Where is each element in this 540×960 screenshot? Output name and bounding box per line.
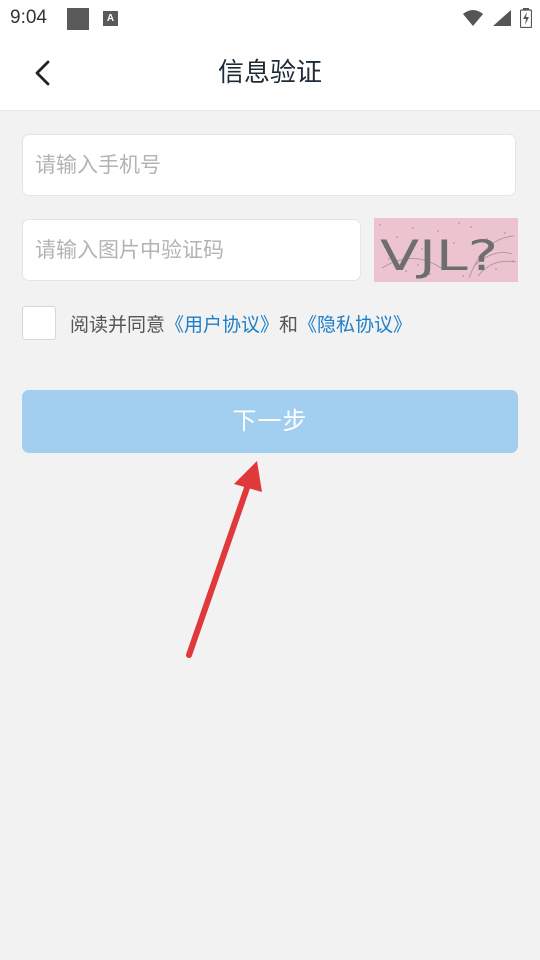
agreement-row: 阅读并同意《用户协议》和《隐私协议》 bbox=[22, 305, 412, 341]
privacy-agreement-link[interactable]: 《隐私协议》 bbox=[298, 314, 412, 336]
notification-square-icon bbox=[67, 8, 89, 30]
captcha-image[interactable]: VJL? bbox=[374, 218, 518, 282]
captcha-input-container bbox=[22, 219, 361, 281]
agreement-connector: 和 bbox=[279, 313, 299, 336]
page-title: 信息验证 bbox=[217, 58, 322, 88]
agreement-prefix: 阅读并同意 bbox=[70, 313, 166, 336]
notification-a-icon: A bbox=[103, 11, 118, 26]
captcha-graphic: VJL? bbox=[374, 218, 518, 282]
agreement-text: 阅读并同意《用户协议》和《隐私协议》 bbox=[70, 310, 412, 337]
captcha-text: VJL? bbox=[380, 231, 498, 280]
status-bar: 9:04 A bbox=[0, 0, 540, 36]
status-time: 9:04 bbox=[10, 7, 47, 28]
back-arrow-icon bbox=[35, 60, 50, 86]
user-agreement-link[interactable]: 《用户协议》 bbox=[165, 314, 279, 336]
battery-icon bbox=[520, 8, 532, 28]
signal-icon bbox=[493, 10, 511, 26]
nav-bar: 信息验证 bbox=[0, 36, 540, 111]
agree-checkbox[interactable] bbox=[22, 306, 56, 340]
phone-input[interactable] bbox=[23, 135, 515, 195]
back-button[interactable] bbox=[20, 50, 66, 96]
captcha-input[interactable] bbox=[23, 220, 360, 280]
status-icons bbox=[462, 8, 532, 28]
wifi-icon bbox=[463, 10, 483, 26]
phone-input-container bbox=[22, 134, 516, 196]
next-button[interactable]: 下一步 bbox=[22, 390, 518, 453]
